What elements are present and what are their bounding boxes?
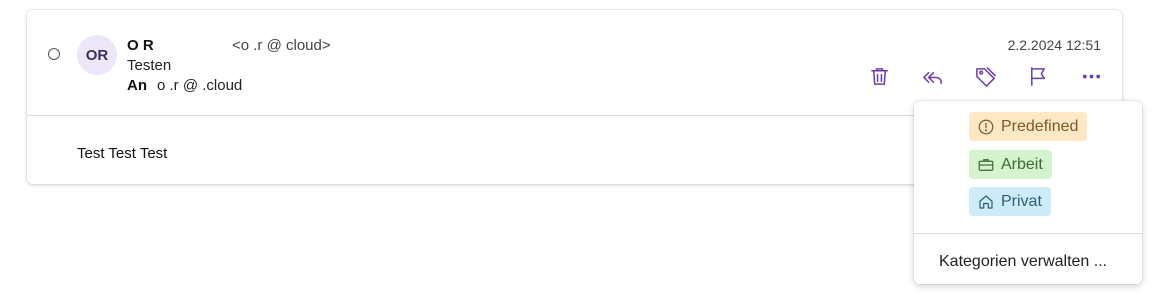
flag-button[interactable] <box>1025 63 1051 89</box>
home-icon <box>979 194 993 209</box>
recipient-label: An <box>127 77 147 94</box>
delete-button[interactable] <box>866 63 892 89</box>
message-actions <box>866 63 1104 89</box>
message-date: 2.2.2024 12:51 <box>1007 37 1101 53</box>
category-item-privat[interactable]: Privat <box>969 187 1051 216</box>
flag-icon <box>1030 66 1045 86</box>
avatar: OR <box>77 35 117 75</box>
manage-categories-item[interactable]: Kategorien verwalten ... <box>939 253 1107 271</box>
trash-icon <box>870 67 888 85</box>
category-item-predefined[interactable]: Predefined <box>969 112 1088 141</box>
category-label: Privat <box>1001 192 1042 210</box>
category-menu: Predefined Arbeit Privat Kategorien verw… <box>914 101 1142 284</box>
categorize-button[interactable] <box>972 63 998 89</box>
category-label: Predefined <box>1001 117 1079 135</box>
message-body: Test Test Test <box>77 145 168 162</box>
alert-circle-icon <box>978 119 994 134</box>
sender-name: O R <box>127 37 154 54</box>
more-button[interactable] <box>1078 63 1104 89</box>
menu-divider <box>914 233 1142 234</box>
select-radio[interactable] <box>48 48 60 60</box>
reply-all-icon <box>922 71 942 84</box>
category-item-arbeit[interactable]: Arbeit <box>969 150 1052 179</box>
reply-all-button[interactable] <box>919 63 945 89</box>
sender-email: <o .r @ cloud> <box>232 37 331 54</box>
category-label: Arbeit <box>1001 155 1043 173</box>
more-icon <box>1082 74 1100 78</box>
message-subject: Testen <box>127 57 172 74</box>
briefcase-icon <box>978 158 994 171</box>
recipient-email: o .r @ .cloud <box>157 77 243 94</box>
tag-icon <box>975 66 996 87</box>
